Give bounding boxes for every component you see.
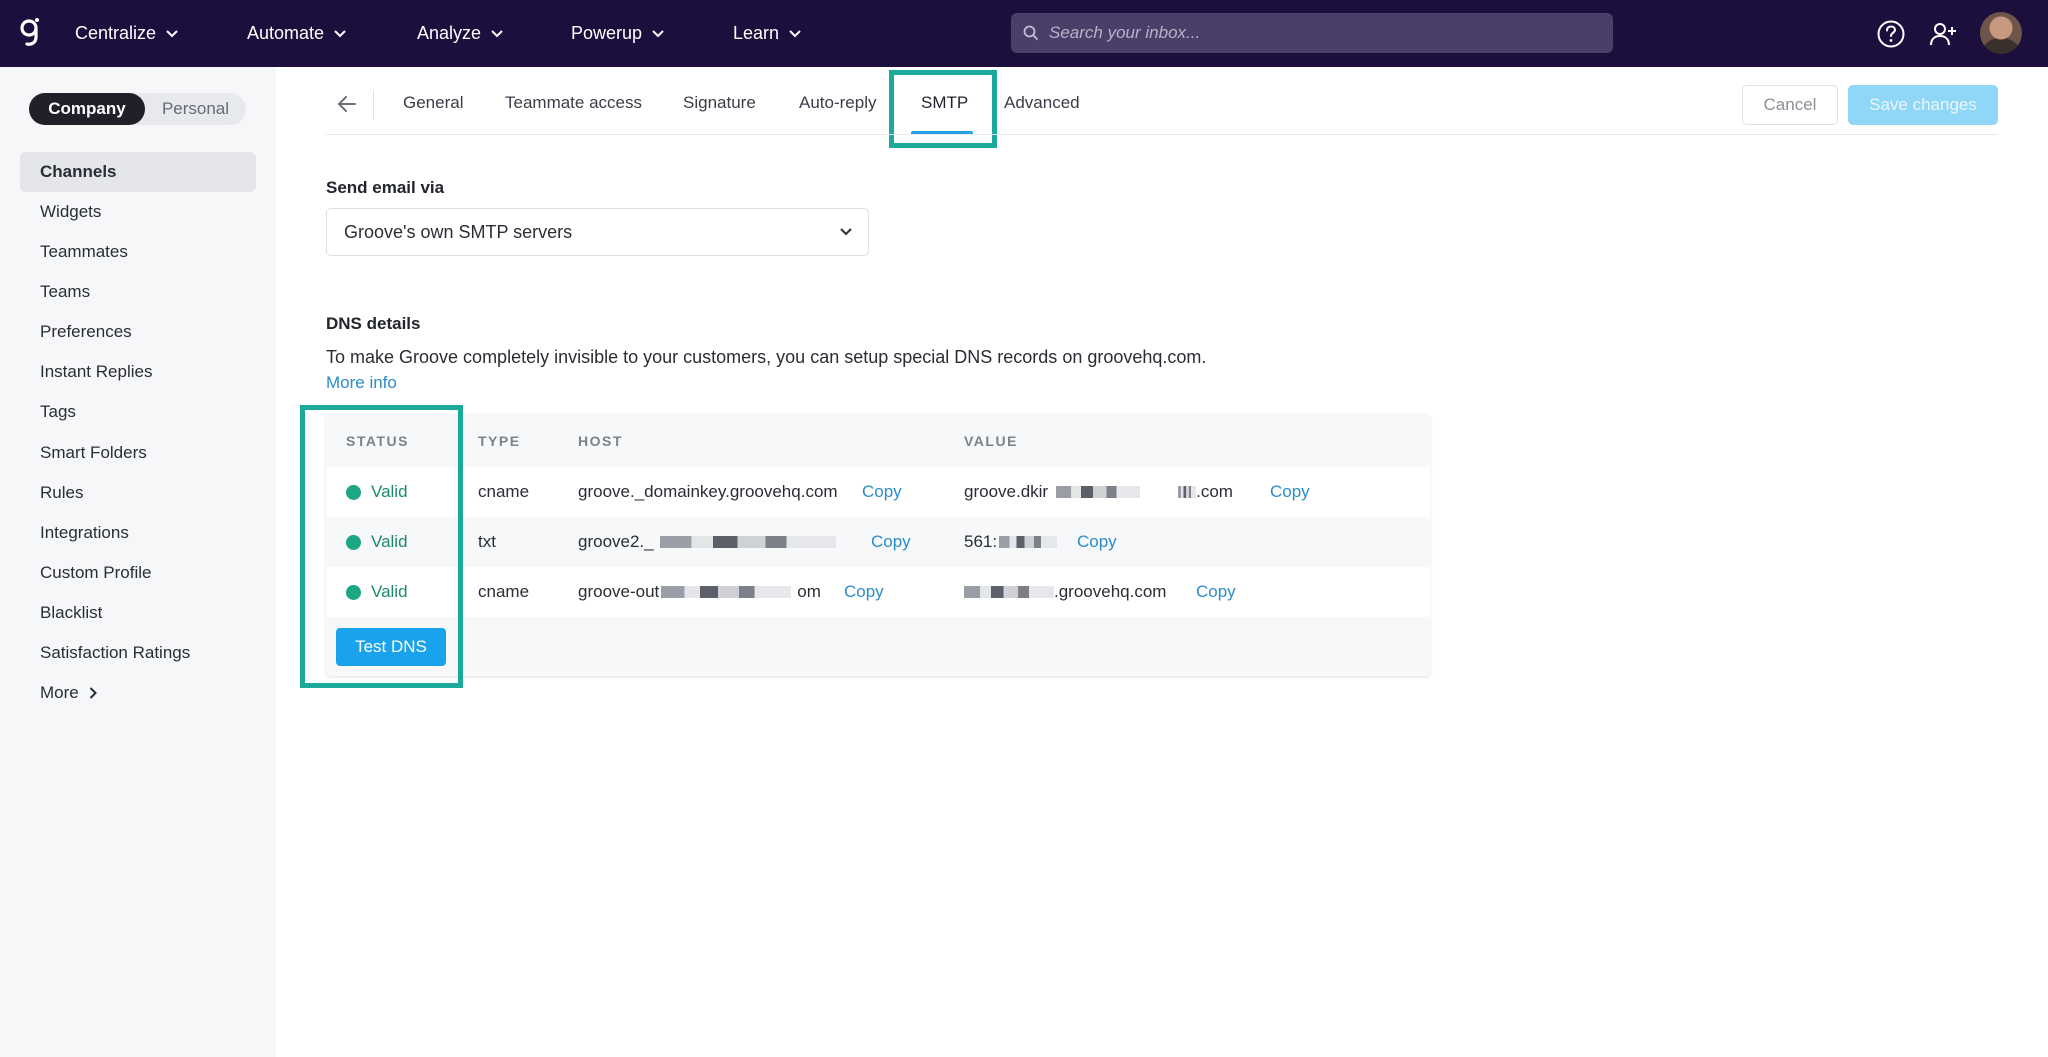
dns-details-title: DNS details <box>326 314 421 333</box>
nav-powerup-label: Powerup <box>571 23 643 43</box>
tab-advanced[interactable]: Advanced <box>1004 93 1080 113</box>
copy-host-button[interactable]: Copy <box>844 567 884 617</box>
chevron-right-icon <box>89 687 97 699</box>
send-via-label: Send email via <box>326 178 445 197</box>
tab-teammate-access[interactable]: Teammate access <box>505 93 642 113</box>
chevron-down-icon <box>840 228 852 236</box>
host-end: om <box>797 582 821 601</box>
redacted-value <box>661 586 792 598</box>
sidebar-item-preferences[interactable]: Preferences <box>20 312 256 352</box>
nav-automate-label: Automate <box>247 23 325 43</box>
redacted-value <box>999 536 1058 548</box>
host-cell: groove._domainkey.groovehq.com <box>578 482 838 501</box>
redacted-value <box>1178 486 1197 498</box>
sidebar-item-teams[interactable]: Teams <box>20 272 256 312</box>
nav-automate[interactable]: Automate <box>247 0 346 67</box>
tab-signature[interactable]: Signature <box>683 93 756 113</box>
chevron-down-icon <box>166 29 178 37</box>
dns-description: To make Groove completely invisible to y… <box>326 347 1207 367</box>
column-header-type: TYPE <box>478 433 521 449</box>
sidebar-item-integrations[interactable]: Integrations <box>20 513 256 553</box>
redacted-value <box>659 536 836 548</box>
toggle-company[interactable]: Company <box>29 93 145 125</box>
nav-learn[interactable]: Learn <box>733 0 801 67</box>
add-user-icon <box>1930 23 1956 46</box>
nav-powerup[interactable]: Powerup <box>571 0 664 67</box>
table-row: Valid cname groove-out om Copy .groovehq… <box>326 567 1430 617</box>
table-row: Valid txt groove2._ Copy 561: Copy <box>326 517 1430 567</box>
help-button[interactable] <box>1875 18 1907 50</box>
redacted-value <box>964 586 1054 598</box>
sidebar-item-channels[interactable]: Channels <box>20 152 256 192</box>
nav-analyze-label: Analyze <box>417 23 482 43</box>
search-icon <box>1023 25 1039 41</box>
chevron-down-icon <box>789 29 801 37</box>
tab-separator <box>373 90 374 120</box>
sidebar-item-tags[interactable]: Tags <box>20 392 256 432</box>
chevron-down-icon <box>334 29 346 37</box>
host-start: groove2._ <box>578 532 654 551</box>
value-start: 561: <box>964 532 998 551</box>
value-cell: 561: <box>964 517 1058 567</box>
sidebar-item-more-label: More <box>40 683 79 702</box>
host-start: groove-out <box>578 582 660 601</box>
back-arrow-icon[interactable] <box>335 92 359 116</box>
avatar[interactable] <box>1980 12 2022 54</box>
value-cell: groove.dkir .com <box>964 467 1233 517</box>
sidebar-item-satisfaction-ratings[interactable]: Satisfaction Ratings <box>20 633 256 673</box>
add-teammate-button[interactable] <box>1927 18 1959 50</box>
nav-centralize[interactable]: Centralize <box>75 0 178 67</box>
chevron-down-icon <box>491 29 503 37</box>
company-personal-toggle: Company Personal <box>29 93 246 125</box>
sidebar-item-smart-folders[interactable]: Smart Folders <box>20 433 256 473</box>
smtp-server-select[interactable]: Groove's own SMTP servers <box>326 208 869 256</box>
smtp-tab-highlight <box>889 70 997 148</box>
search-input[interactable] <box>1049 23 1609 43</box>
smtp-server-selected: Groove's own SMTP servers <box>344 221 573 242</box>
more-info-link[interactable]: More info <box>326 373 397 393</box>
nav-learn-label: Learn <box>733 23 780 43</box>
groove-logo-icon[interactable] <box>18 17 42 47</box>
top-navigation-bar: Centralize Automate Analyze Powerup Lear… <box>0 0 2048 67</box>
type-cell: txt <box>478 532 496 551</box>
sidebar-item-blacklist[interactable]: Blacklist <box>20 593 256 633</box>
toggle-personal[interactable]: Personal <box>145 93 246 125</box>
chevron-down-icon <box>652 29 664 37</box>
value-start: groove.dkir <box>964 482 1049 501</box>
column-header-value: VALUE <box>964 433 1018 449</box>
tab-general[interactable]: General <box>403 93 463 113</box>
sidebar-item-teammates[interactable]: Teammates <box>20 232 256 272</box>
copy-host-button[interactable]: Copy <box>862 467 902 517</box>
nav-analyze[interactable]: Analyze <box>417 0 503 67</box>
value-end: .com <box>1196 482 1233 501</box>
sidebar-item-instant-replies[interactable]: Instant Replies <box>20 352 256 392</box>
value-end: .groovehq.com <box>1054 582 1167 601</box>
tab-auto-reply[interactable]: Auto-reply <box>799 93 876 113</box>
sidebar-item-more[interactable]: More <box>20 673 256 713</box>
column-header-host: HOST <box>578 433 623 449</box>
search-bar[interactable] <box>1011 13 1613 53</box>
type-cell: cname <box>478 582 530 601</box>
copy-host-button[interactable]: Copy <box>871 517 911 567</box>
table-row: Valid cname groove._domainkey.groovehq.c… <box>326 467 1430 517</box>
value-cell: .groovehq.com <box>964 567 1166 617</box>
sidebar-item-custom-profile[interactable]: Custom Profile <box>20 553 256 593</box>
redacted-value <box>1056 486 1141 498</box>
sidebar-item-widgets[interactable]: Widgets <box>20 192 256 232</box>
cancel-button[interactable]: Cancel <box>1742 85 1838 125</box>
copy-value-button[interactable]: Copy <box>1270 467 1310 517</box>
nav-centralize-label: Centralize <box>75 23 157 43</box>
save-changes-button[interactable]: Save changes <box>1848 85 1998 125</box>
header-divider <box>326 134 1998 135</box>
status-column-highlight <box>300 405 463 688</box>
copy-value-button[interactable]: Copy <box>1196 567 1236 617</box>
sidebar-item-rules[interactable]: Rules <box>20 473 256 513</box>
host-cell: groove2._ <box>578 517 836 567</box>
host-cell: groove-out om <box>578 567 821 617</box>
help-icon <box>1877 20 1905 48</box>
copy-value-button[interactable]: Copy <box>1077 517 1117 567</box>
type-cell: cname <box>478 482 530 501</box>
